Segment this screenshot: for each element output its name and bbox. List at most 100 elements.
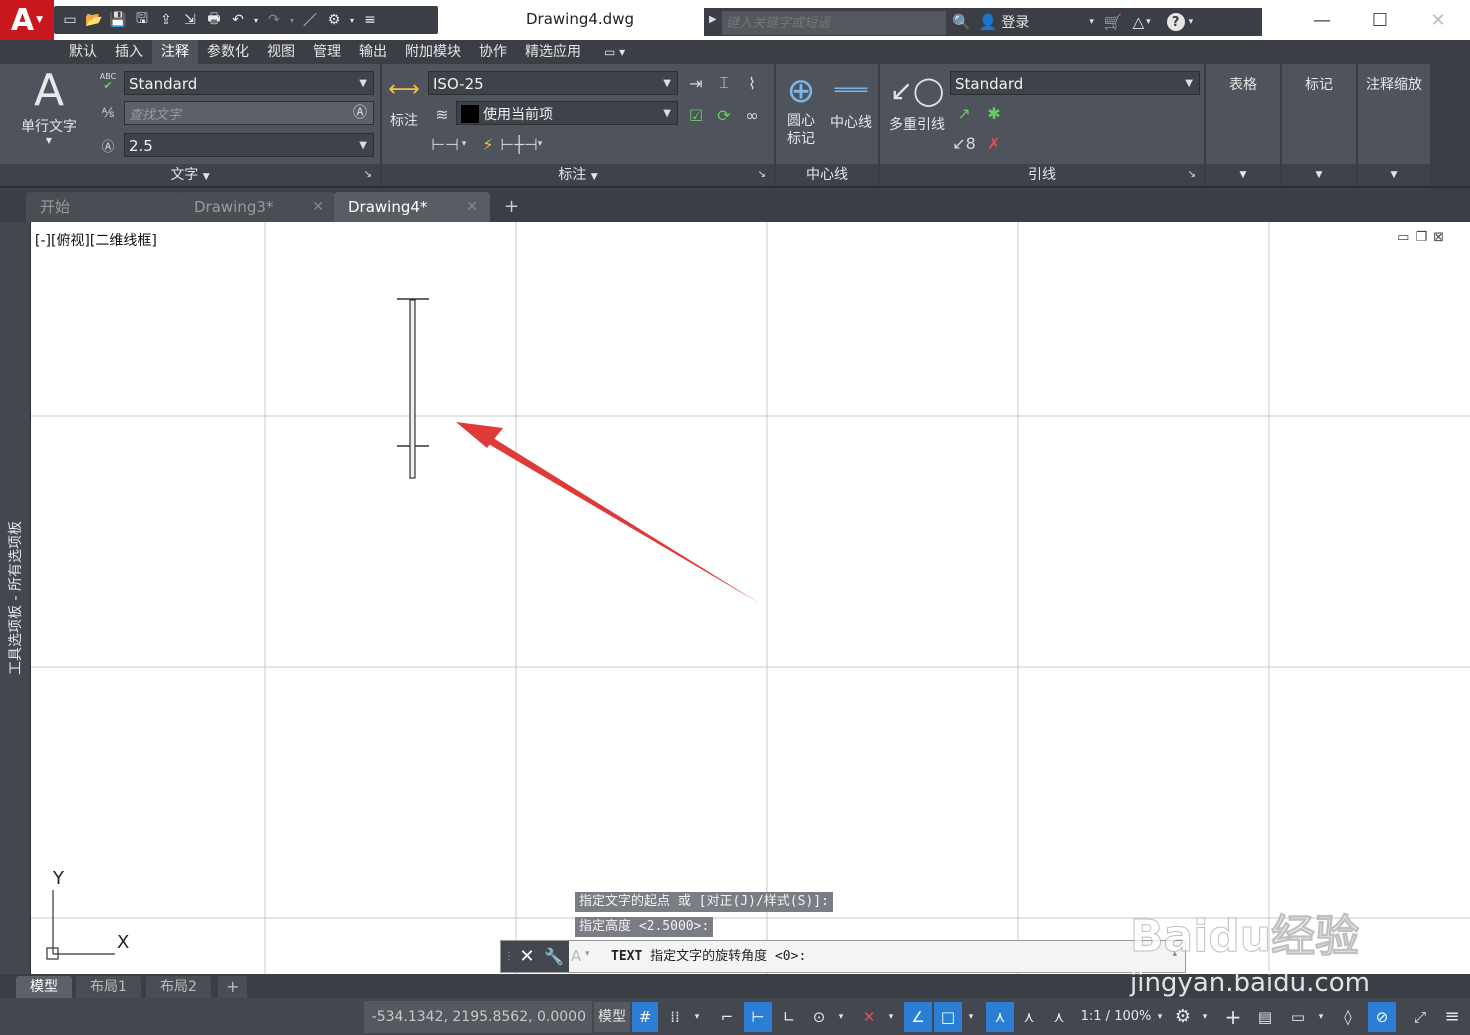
close-icon[interactable]: ✕ xyxy=(466,192,478,222)
remove-leader-icon[interactable]: ✗ xyxy=(982,132,1006,154)
redo-icon[interactable]: ↷ xyxy=(264,11,284,29)
ribbon-tab-collaborate[interactable]: 协作 xyxy=(470,40,516,64)
ribbon-tab-view[interactable]: 视图 xyxy=(258,40,304,64)
text-style-dropdown[interactable]: Standard ▼ xyxy=(124,71,374,95)
ribbon-tab-manage[interactable]: 管理 xyxy=(304,40,350,64)
file-tab-drawing3[interactable]: Drawing3* ✕ xyxy=(180,192,336,222)
new-file-tab-button[interactable]: + xyxy=(496,192,527,222)
close-window-button[interactable]: ✕ xyxy=(1416,6,1460,34)
close-icon[interactable]: ✕ xyxy=(515,941,539,972)
maximize-button[interactable]: ☐ xyxy=(1358,6,1402,34)
plot-icon[interactable]: 🖶 xyxy=(204,11,224,29)
command-dropdown-icon[interactable]: ▾ xyxy=(585,949,590,959)
update-dimension-icon[interactable]: ⟳ xyxy=(712,104,736,126)
customize-qat-icon[interactable]: ≡ xyxy=(360,11,380,29)
isometric-dropdown-icon[interactable]: ▾ xyxy=(884,1002,898,1032)
scale-dropdown-icon[interactable]: ▾ xyxy=(1154,1002,1166,1032)
new-layout-button[interactable]: + xyxy=(218,976,248,998)
reassociate-icon[interactable]: ∞ xyxy=(740,104,764,126)
coordinates-display[interactable]: -534.1342, 2195.8562, 0.0000 xyxy=(364,1001,592,1033)
add-leader-icon[interactable]: ↗ xyxy=(952,102,976,124)
ribbon-tab-annotate[interactable]: 注释 xyxy=(152,40,198,64)
viewport-controls-label[interactable]: [-][俯视][二维线框] xyxy=(35,230,157,250)
redo-dropdown-icon[interactable]: ▾ xyxy=(288,11,296,29)
snap-mode-icon[interactable]: ⁞⁞ xyxy=(662,1002,688,1032)
polar-dropdown-icon[interactable]: ▾ xyxy=(834,1002,848,1032)
ribbon-tab-parametric[interactable]: 参数化 xyxy=(198,40,258,64)
continue-dimension-icon[interactable]: ⊢┼⊣ xyxy=(500,134,538,154)
tool-palette-strip[interactable]: 工具选项板 - 所有选项板 xyxy=(0,222,31,974)
application-menu-button[interactable]: A ▼ xyxy=(0,0,54,40)
command-line-grip[interactable]: ⋮ xyxy=(501,941,515,972)
dimension-layer-dropdown[interactable]: 使用当前项 ▼ xyxy=(456,101,678,125)
ribbon-minimize-icon[interactable]: ▭ ▾ xyxy=(604,45,625,59)
user-icon[interactable]: 👤 xyxy=(979,13,998,31)
binoculars-search-icon[interactable]: 🔍 xyxy=(952,13,971,31)
linear-dropdown-icon[interactable]: ▾ xyxy=(458,134,470,154)
lock-ui-icon[interactable]: ▭ xyxy=(1284,1002,1312,1032)
open-folder-icon[interactable]: 📂 xyxy=(84,11,104,29)
isometric-icon[interactable]: ✕ xyxy=(856,1002,882,1032)
annotation-scaling-panel[interactable]: 注释缩放 ▼ xyxy=(1358,64,1430,186)
align-leader-icon[interactable]: ✱ xyxy=(982,102,1006,124)
workspace-dropdown-icon[interactable]: ▾ xyxy=(1198,1002,1212,1032)
layout-tab-layout1[interactable]: 布局1 xyxy=(76,976,141,998)
command-input[interactable]: TEXT 指定文字的旋转角度 <0>: xyxy=(611,941,806,972)
drawing-canvas[interactable]: [-][俯视][二维线框] ▭❐⊠ Y X xyxy=(31,222,1470,974)
ribbon-tab-output[interactable]: 输出 xyxy=(350,40,396,64)
save-icon[interactable]: 💾 xyxy=(108,11,128,29)
jogged-line-icon[interactable]: ⌇ xyxy=(740,72,764,94)
object-snap-icon[interactable]: □ xyxy=(934,1002,962,1032)
minimize-button[interactable]: — xyxy=(1300,6,1344,34)
gear-icon[interactable]: ⚙ xyxy=(1170,1002,1196,1032)
object-snap-dropdown-icon[interactable]: ▾ xyxy=(964,1002,978,1032)
inspect-dimension-icon[interactable]: ☑ xyxy=(684,104,708,126)
file-tab-drawing4[interactable]: Drawing4* ✕ xyxy=(334,192,490,222)
markup-panel[interactable]: 标记 ▼ xyxy=(1282,64,1356,186)
isolate-objects-icon[interactable]: ◊ xyxy=(1334,1002,1362,1032)
hardware-acceleration-icon[interactable]: ⊘ xyxy=(1368,1002,1396,1032)
workspace-dropdown-icon[interactable]: ▾ xyxy=(348,11,356,29)
single-line-text-button[interactable]: A 单行文字 ▼ xyxy=(10,66,88,162)
undo-icon[interactable]: ↶ xyxy=(228,11,248,29)
customization-menu-icon[interactable]: ≡ xyxy=(1438,1002,1466,1032)
workspace-icon[interactable]: ⚙ xyxy=(324,11,344,29)
ribbon-tab-insert[interactable]: 插入 xyxy=(106,40,152,64)
login-dropdown-icon[interactable]: ▾ xyxy=(1089,17,1094,27)
lock-ui-dropdown-icon[interactable]: ▾ xyxy=(1314,1002,1328,1032)
text-panel-title[interactable]: 文字 ▼ ↘ xyxy=(0,164,380,186)
find-replace-icon[interactable]: Ⓐ xyxy=(353,101,367,125)
ribbon-tab-default[interactable]: 默认 xyxy=(60,40,106,64)
wrench-icon[interactable]: 🔧 xyxy=(539,941,569,972)
table-panel[interactable]: 表格 ▼ xyxy=(1206,64,1280,186)
file-tab-start[interactable]: 开始 xyxy=(26,192,182,222)
polar-tracking-icon[interactable]: ⊙ xyxy=(806,1002,832,1032)
panel-launcher-icon[interactable]: ↘ xyxy=(1188,164,1196,186)
help-dropdown-icon[interactable]: ▾ xyxy=(1189,17,1194,27)
layout-tab-layout2[interactable]: 布局2 xyxy=(146,976,211,998)
center-mark-button[interactable]: ⊕ 圆心 标记 xyxy=(778,70,824,160)
model-space-button[interactable]: 模型 xyxy=(594,1002,630,1032)
new-file-icon[interactable]: ▭ xyxy=(60,11,80,29)
panel-launcher-icon[interactable]: ↘ xyxy=(364,164,372,186)
undo-dropdown-icon[interactable]: ▾ xyxy=(252,11,260,29)
command-line[interactable]: ⋮ ✕ 🔧 A ▾ TEXT 指定文字的旋转角度 <0>: ▴ xyxy=(500,940,1186,973)
dimension-panel-title[interactable]: 标注 ▼ ↘ xyxy=(382,164,774,186)
panel-launcher-icon[interactable]: ↘ xyxy=(758,164,766,186)
search-expand-icon[interactable]: ▶ xyxy=(709,14,717,25)
break-dimension-icon[interactable]: ⇥ xyxy=(684,72,708,94)
clean-screen-icon[interactable]: ⤢ xyxy=(1406,1002,1434,1032)
find-text-field[interactable]: 查找文字 Ⓐ xyxy=(124,101,374,125)
login-link[interactable]: 登录 xyxy=(1001,12,1029,32)
cart-icon[interactable]: 🛒 xyxy=(1104,13,1123,31)
ribbon-tab-addins[interactable]: 附加模块 xyxy=(396,40,470,64)
linear-dimension-icon[interactable]: ⊢⊣ xyxy=(431,134,459,154)
object-snap-tracking-icon[interactable]: ∠ xyxy=(904,1002,932,1032)
dimension-button[interactable]: ⟷ 标注 xyxy=(384,70,424,140)
quick-properties-icon[interactable]: ▤ xyxy=(1252,1002,1278,1032)
dimension-style-dropdown[interactable]: ISO-25 ▼ xyxy=(428,71,678,95)
leader-panel-title[interactable]: 引线 ↘ xyxy=(880,164,1204,186)
help-icon[interactable]: ? xyxy=(1166,13,1185,31)
auto-scale-icon[interactable]: ⋏ xyxy=(1016,1002,1042,1032)
centerline-button[interactable]: ═══ 中心线 xyxy=(826,70,876,140)
